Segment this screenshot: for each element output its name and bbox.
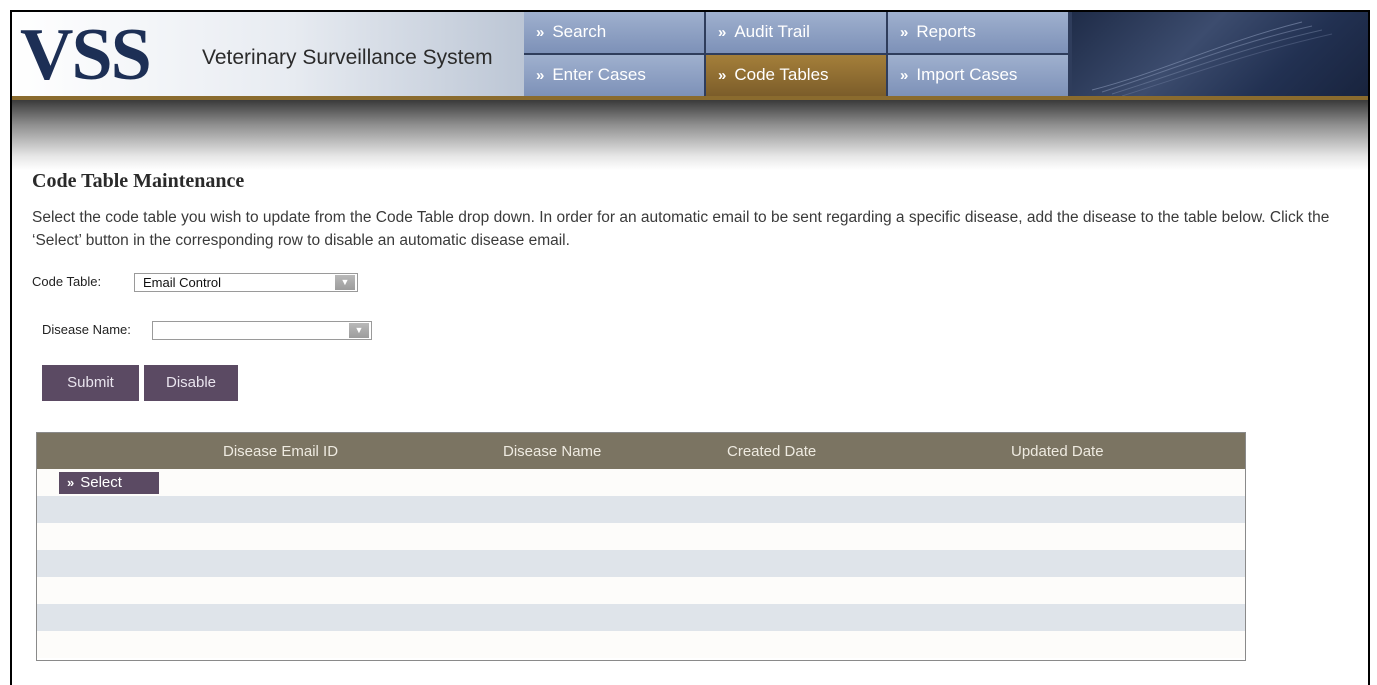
nav-audit-trail[interactable]: » Audit Trail [706,12,886,53]
nav-reports[interactable]: » Reports [888,12,1068,53]
system-name: Veterinary Surveillance System [202,46,493,69]
column-header: Disease Name [503,443,602,460]
logo-area: VSS Veterinary Surveillance System [12,12,524,98]
nav-label: Audit Trail [734,22,810,41]
chevron-right-icon: » [718,24,727,41]
table-row [37,577,1245,604]
code-table-value: Email Control [143,275,222,290]
nav-label: Code Tables [734,65,829,84]
column-header: Disease Email ID [223,443,339,460]
code-table-select[interactable]: Email Control ▼ [134,273,358,292]
table-row [37,496,1245,523]
column-header: Created Date [727,443,817,460]
nav-label: Reports [916,22,976,41]
main-nav: » Search » Audit Trail » Reports » Enter Cas… [524,12,1072,98]
chevron-right-icon: » [900,67,909,84]
nav-label: Enter Cases [552,65,646,84]
swoosh-graphic [1091,21,1333,97]
table-row [37,523,1245,550]
header-shadow [12,100,1368,170]
page-title: Code Table Maintenance [32,170,245,192]
header-decoration [1072,12,1368,98]
nav-enter-cases[interactable]: » Enter Cases [524,55,704,96]
select-row-button[interactable]: » Select [59,472,159,494]
code-table-label: Code Table: [32,274,102,289]
disable-button[interactable]: Disable [144,365,238,401]
chevron-right-icon: » [536,67,545,84]
grid-header: Disease Email ID Disease Name Created Da… [37,433,1245,469]
instructions-text: Select the code table you wish to update… [32,209,1330,249]
nav-code-tables[interactable]: » Code Tables [706,55,886,96]
submit-button[interactable]: Submit [42,365,139,401]
nav-label: Search [552,22,607,41]
chevron-right-icon: » [67,475,75,490]
disease-name-label: Disease Name: [42,322,131,337]
email-control-grid: Disease Email ID Disease Name Created Da… [36,432,1246,661]
disease-name-select[interactable]: ▼ [152,321,372,340]
table-row [37,550,1245,577]
chevron-right-icon: » [536,24,545,41]
header: VSS Veterinary Surveillance System » Sear… [12,12,1368,100]
table-row: » Select [37,469,1245,496]
nav-label: Import Cases [916,65,1018,84]
nav-import-cases[interactable]: » Import Cases [888,55,1068,96]
chevron-down-icon: ▼ [349,323,369,338]
chevron-right-icon: » [718,67,727,84]
table-row [37,604,1245,631]
select-label: Select [80,474,122,491]
nav-search[interactable]: » Search [524,12,704,53]
logo: VSS [20,14,152,96]
column-header: Updated Date [1011,443,1104,460]
table-row [37,631,1245,658]
app-frame: VSS Veterinary Surveillance System » Sear… [10,10,1370,685]
chevron-right-icon: » [900,24,909,41]
chevron-down-icon: ▼ [335,275,355,290]
